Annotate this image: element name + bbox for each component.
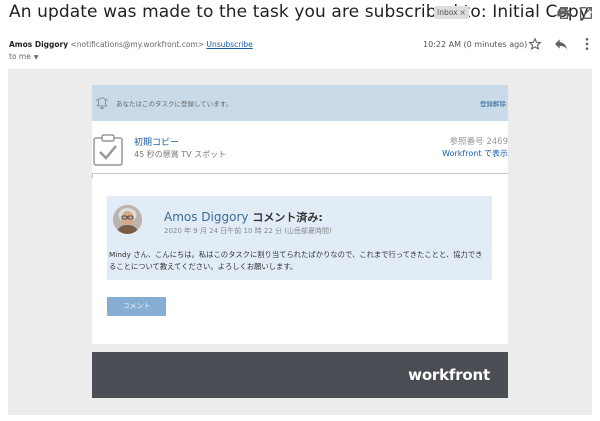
print-icon[interactable] xyxy=(556,5,572,21)
remove-label-icon[interactable]: × xyxy=(460,8,466,17)
unsubscribe-task-link[interactable]: 登録解除 xyxy=(480,98,506,108)
email-subject: An update was made to the task you are s… xyxy=(9,2,589,22)
reference-number: 参照番号 2469 xyxy=(449,137,508,147)
bell-icon xyxy=(95,97,109,110)
notification-card: あなたはこのタスクに登録しています。 登録解除 初期コピー 45 秒の懸賞 TV… xyxy=(92,85,508,344)
subscription-banner: あなたはこのタスクに登録しています。 登録解除 xyxy=(92,85,508,121)
subscription-notice: あなたはこのタスクに登録しています。 xyxy=(116,100,233,108)
comment-action: コメント済み: xyxy=(252,211,323,224)
open-in-new-window-icon[interactable] xyxy=(578,5,594,21)
sender-line: Amos Diggory <notifications@my.workfront… xyxy=(9,40,253,49)
chevron-down-icon[interactable]: ▼ xyxy=(34,54,39,61)
avatar-image xyxy=(113,205,142,234)
comment-author: Amos Diggory xyxy=(164,210,249,224)
inbox-label[interactable]: Inbox × xyxy=(434,6,469,19)
inbox-label-text: Inbox xyxy=(437,8,458,17)
task-project-name: 45 秒の懸賞 TV スポット xyxy=(134,150,227,159)
comment-header: Amos Diggory コメント済み: xyxy=(164,209,323,225)
reply-icon[interactable] xyxy=(553,36,569,52)
comment-body: Mindy さん、こんにちは。私はこのタスクに割り当てられたばかりなので、これま… xyxy=(109,250,483,271)
divider xyxy=(92,173,93,178)
comment-button[interactable]: コメント xyxy=(107,297,166,316)
sender-email: <notifications@my.workfront.com> xyxy=(70,40,205,49)
more-vertical-icon[interactable] xyxy=(579,36,595,52)
footer-bar: workfront xyxy=(92,352,508,398)
star-icon[interactable] xyxy=(527,36,543,52)
task-checkbox-icon xyxy=(93,134,123,166)
recipient-details[interactable]: to me ▼ xyxy=(9,52,38,61)
recipient-text: to me xyxy=(9,52,31,61)
unsubscribe-link[interactable]: Unsubscribe xyxy=(207,40,253,49)
comment-block: Amos Diggory コメント済み: 2020 年 9 月 24 日午前 1… xyxy=(107,196,492,280)
sender-name[interactable]: Amos Diggory xyxy=(9,40,68,49)
email-timestamp: 10:22 AM (0 minutes ago) xyxy=(423,40,528,49)
divider xyxy=(92,173,508,174)
task-title-link[interactable]: 初期コピー xyxy=(134,135,179,148)
workfront-logo: workfront xyxy=(408,366,490,384)
view-in-workfront-link[interactable]: Workfront で表示 xyxy=(442,148,508,159)
avatar xyxy=(113,205,142,234)
comment-date: 2020 年 9 月 24 日午前 10 時 22 分 (山岳部夏時間) xyxy=(164,227,332,235)
